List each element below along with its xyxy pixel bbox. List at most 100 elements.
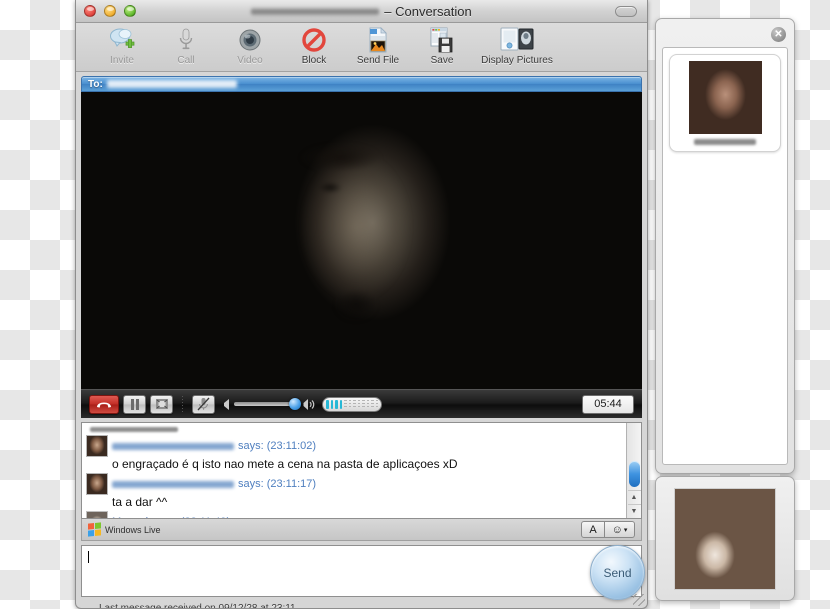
format-button-group: A ☺ ▾ [581, 521, 635, 538]
chat-message-header: says: (23:11:02) [86, 435, 622, 457]
windows-live-logo-icon [88, 522, 101, 537]
toolbar-label-send-file: Send File [356, 55, 400, 66]
save-floppy-icon [430, 26, 454, 53]
hangup-button[interactable] [89, 394, 119, 414]
speaker-low-icon [224, 398, 229, 410]
level-bar-empty [366, 399, 369, 409]
avatar [86, 435, 108, 457]
level-bar-filled [339, 399, 342, 409]
emoticon-button[interactable]: ☺ ▾ [605, 521, 635, 538]
zoom-window-button[interactable] [124, 5, 136, 17]
status-text: Last message received on 09/12/28 at 23:… [99, 602, 296, 609]
level-bar-empty [353, 399, 356, 409]
format-bar: Windows Live A ☺ ▾ [81, 519, 642, 541]
level-bar-empty [371, 399, 374, 409]
chat-timestamp: says: (23:11:49) [152, 516, 230, 518]
window-titlebar[interactable]: – Conversation [76, 0, 647, 23]
video-stage[interactable] [81, 92, 642, 389]
toolbar-toggle-button[interactable] [615, 6, 637, 17]
chat-scrollbar-track[interactable] [627, 423, 641, 490]
close-panel-button[interactable]: ✕ [771, 27, 786, 42]
compose-area: Send [81, 545, 645, 600]
resize-grip[interactable] [633, 594, 645, 606]
level-bar-filled [335, 399, 338, 409]
chat-message-header: Manuel says: (23:11:49) [86, 511, 622, 518]
level-bar-empty [344, 399, 347, 409]
send-file-icon [367, 26, 389, 53]
volume-slider[interactable] [222, 398, 315, 410]
toolbar-button-send-file[interactable]: Send File [346, 26, 410, 66]
contact-name-redacted [694, 139, 756, 145]
video-camera-icon [238, 26, 262, 53]
chat-scrollbar[interactable]: ▲ ▼ [626, 423, 641, 518]
level-bar-filled [326, 399, 329, 409]
call-timer: 05:44 [582, 394, 634, 414]
scroll-down-button[interactable]: ▼ [627, 504, 641, 518]
fullscreen-button[interactable] [150, 394, 173, 414]
self-webcam-photo [674, 487, 776, 590]
chat-clipped-top-line [90, 427, 178, 432]
level-bar-filled [330, 399, 333, 409]
self-preview-panel [655, 476, 795, 601]
toolbar-label-block: Block [301, 55, 327, 66]
pause-button[interactable] [123, 394, 146, 414]
toolbar-label-save: Save [430, 55, 454, 66]
microphone-mute-icon [197, 397, 210, 411]
toolbar-label-invite: Invite [110, 55, 134, 66]
volume-track[interactable] [234, 398, 301, 410]
list-item[interactable] [669, 54, 781, 152]
chat-timestamp: says: (23:11:17) [238, 478, 317, 490]
control-separator [182, 396, 183, 412]
minimize-window-button[interactable] [104, 5, 116, 17]
traffic-lights [84, 5, 136, 17]
contact-photo [688, 61, 762, 134]
status-bar: Last message received on 09/12/28 at 23:… [81, 600, 642, 609]
toolbar-button-invite[interactable]: Invite [90, 26, 154, 66]
chat-sender-redacted [112, 480, 234, 488]
windows-live-brand: Windows Live [88, 522, 161, 537]
toolbar-button-video[interactable]: Video [218, 26, 282, 66]
font-button[interactable]: A [581, 521, 605, 538]
speaker-high-icon [303, 398, 315, 410]
toolbar-button-call[interactable]: Call [154, 26, 218, 66]
conversation-window: – Conversation Invite Call Video Block S… [75, 0, 648, 609]
message-input[interactable] [81, 545, 642, 597]
hangup-icon [97, 402, 111, 408]
chat-message: says: (23:11:17) ta a dar ^^ [86, 473, 622, 510]
block-icon [302, 26, 326, 53]
recipient-bar[interactable]: To: [81, 76, 642, 92]
fullscreen-icon [155, 399, 168, 409]
toolbar-button-display-pictures[interactable]: Display Pictures [474, 26, 560, 66]
close-window-button[interactable] [84, 5, 96, 17]
avatar [86, 473, 108, 495]
audio-level-meter [322, 396, 382, 412]
send-button[interactable]: Send [590, 545, 645, 600]
microphone-icon [177, 26, 195, 53]
chat-message-header: says: (23:11:17) [86, 473, 622, 495]
display-pictures-list[interactable] [662, 47, 788, 465]
scroll-up-button[interactable]: ▲ [627, 490, 641, 504]
remote-video-face-highlight [226, 115, 485, 348]
recipient-label: To: [88, 78, 103, 90]
window-title-suffix: – Conversation [384, 4, 472, 19]
chat-message-body: ta a dar ^^ [112, 495, 168, 509]
chat-message-body: o engraçado é q isto nao mete a cena na … [112, 457, 458, 471]
chat-scrollbar-thumb[interactable] [629, 461, 640, 487]
chat-sender-name: Manuel [112, 516, 148, 518]
volume-knob[interactable] [289, 398, 301, 410]
chat-message-list: says: (23:11:02) o engraçado é q isto na… [82, 423, 626, 518]
chat-timestamp: says: (23:11:02) [238, 440, 317, 452]
display-pictures-icon [500, 26, 534, 53]
toolbar-label-call: Call [177, 55, 195, 66]
level-bar-empty [362, 399, 365, 409]
toolbar-button-block[interactable]: Block [282, 26, 346, 66]
chat-transcript[interactable]: says: (23:11:02) o engraçado é q isto na… [81, 422, 642, 519]
window-title-redacted-name [251, 7, 380, 16]
level-bar-empty [375, 399, 378, 409]
chevron-down-icon: ▾ [623, 526, 628, 534]
chat-message: Manuel says: (23:11:49) [86, 511, 622, 518]
recipient-name-redacted [106, 80, 237, 88]
display-pictures-panel: ✕ [655, 18, 795, 474]
toolbar-button-save[interactable]: Save [410, 26, 474, 66]
mute-microphone-button[interactable] [192, 394, 215, 414]
